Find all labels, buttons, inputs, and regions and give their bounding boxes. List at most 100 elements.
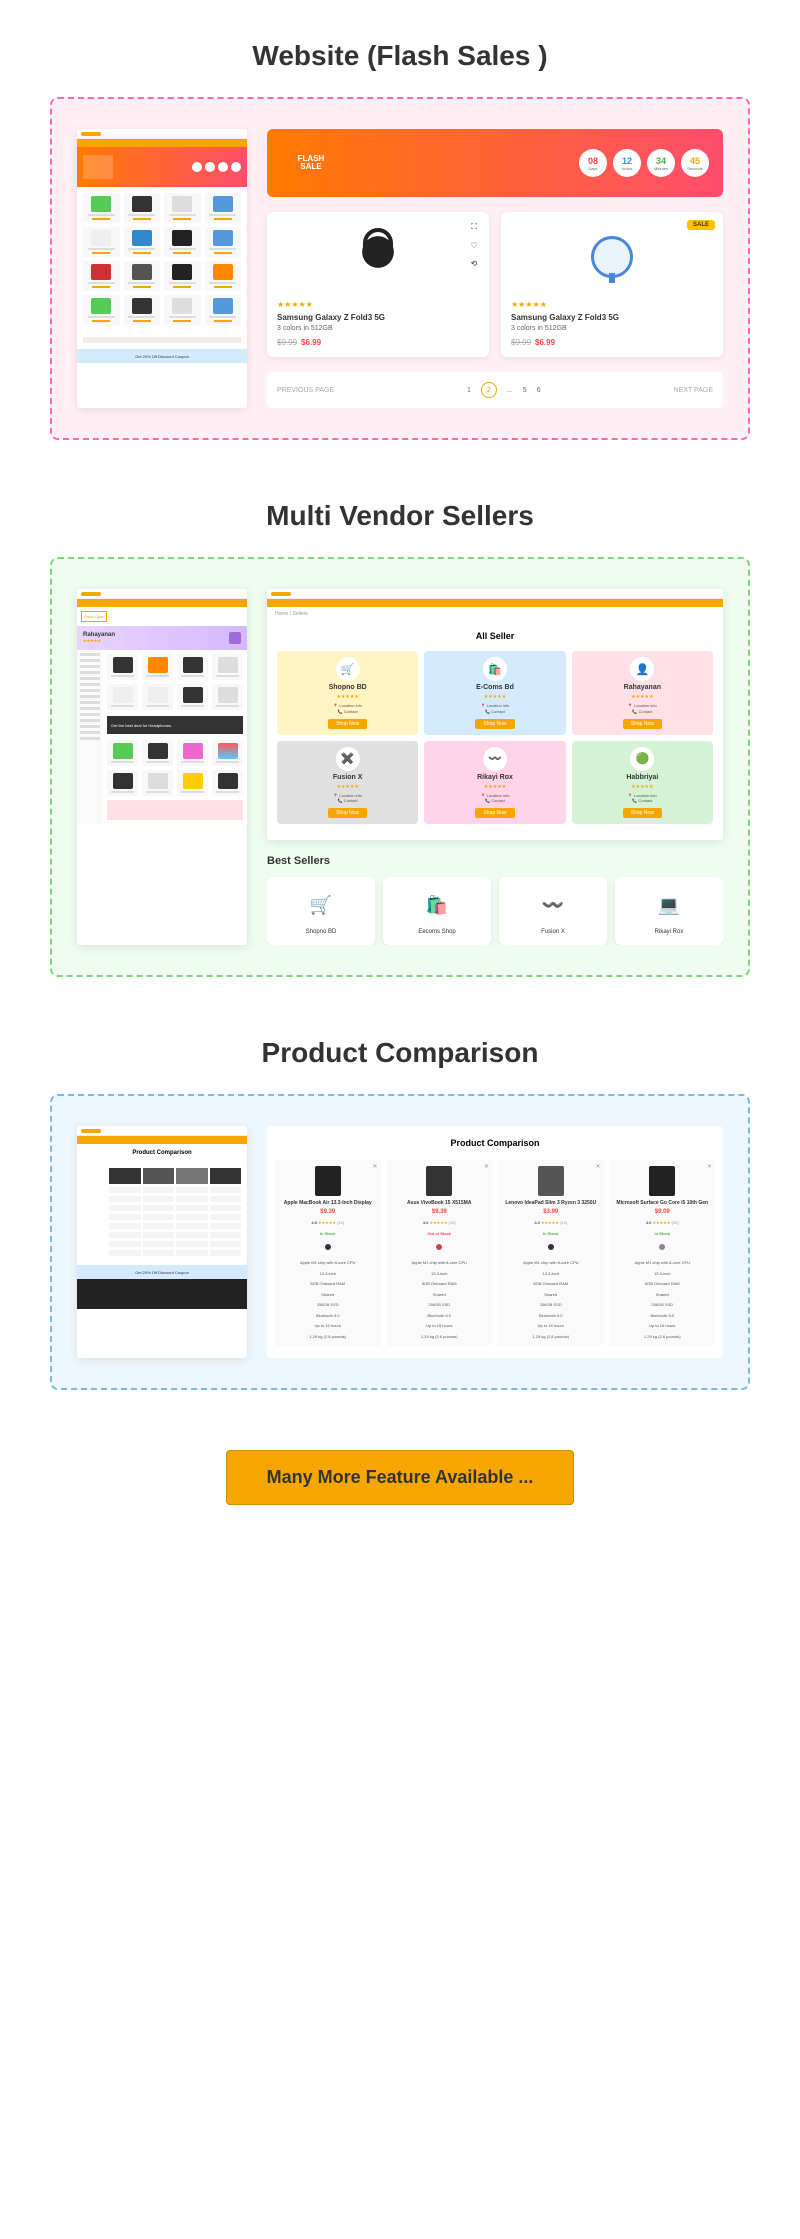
- comparison-spec: Shared: [614, 1292, 712, 1298]
- seller-stars: ★★★★★: [484, 784, 506, 790]
- comparison-price: $9.39: [391, 1209, 489, 1215]
- comparison-spec: Apple M1 chip with 8-core CPU: [279, 1260, 377, 1266]
- comparison-spec: Up to 15 hours: [391, 1323, 489, 1329]
- star-rating: ★★★★★: [511, 300, 713, 309]
- page-numbers: 1 2... 5 6: [467, 382, 541, 398]
- page-number[interactable]: ...: [507, 387, 513, 394]
- seller-name: Shopno BD: [329, 684, 367, 691]
- best-sellers-title: Best Sellers: [267, 855, 723, 867]
- shop-now-button[interactable]: Shop Now: [475, 719, 514, 729]
- comparison-spec: Apple M1 chip with 8-core CPU: [502, 1260, 600, 1266]
- flash-panel: Get 20% Off Discount Coupon FLASHSALE 08…: [50, 97, 750, 440]
- comparison-name: Apple MacBook Air 13.3-Inch Display: [279, 1200, 377, 1206]
- comparison-spec: Up to 15 hours: [502, 1323, 600, 1329]
- product-image: [511, 222, 713, 292]
- countdown-num: 45: [690, 156, 700, 166]
- countdown-circle: 34Minutes: [647, 149, 675, 177]
- vendor-right-col: Home / Sellers All Seller 🛒Shopno BD★★★★…: [267, 589, 723, 945]
- comparison-spec: 13.3-inch: [614, 1271, 712, 1277]
- seller-card[interactable]: 🟢Habbriyai★★★★★📍 Location info📞 ContactS…: [572, 741, 713, 824]
- close-icon[interactable]: ✕: [595, 1163, 600, 1170]
- comparison-rating: 4.8 ★★★★★ (10): [279, 1220, 377, 1226]
- product-price: $9.99$6.99: [277, 338, 479, 347]
- seller-grid: 🛒 Shopno BD ★★★★★ 📍 Location info📞 Contact S…: [277, 651, 713, 824]
- seller-icon: 🛒: [336, 657, 360, 681]
- shop-now-button[interactable]: Shop Now: [328, 719, 367, 729]
- comparison-spec: 8GB Onboard RAM: [391, 1281, 489, 1287]
- best-seller-icon: 💻: [651, 887, 687, 923]
- seller-name: E-Coms Bd: [476, 684, 514, 691]
- product-title: Samsung Galaxy Z Fold3 5G: [511, 313, 713, 323]
- best-seller-icon: 🛒: [303, 887, 339, 923]
- flash-badge: [83, 155, 113, 179]
- comparison-stock: Out of Stock: [391, 1231, 489, 1237]
- product-subtitle: 3 colors in 512GB: [511, 325, 713, 332]
- best-seller-card[interactable]: 🛒Shopno BD: [267, 877, 375, 945]
- flash-sale-text: FLASHSALE: [298, 155, 325, 171]
- comparison-spec: 256GB SSD: [279, 1302, 377, 1308]
- seller-stars: ★★★★★: [336, 784, 358, 790]
- seller-card[interactable]: 🛒Shopno BD★★★★★📍 Location info📞 ContactS…: [277, 651, 418, 734]
- flash-right-col: FLASHSALE 08Days12Hours34Minutes45Second…: [267, 129, 723, 408]
- product-price: $9.99$6.99: [511, 338, 713, 347]
- vendor-body: Get the best deal for Headphones: [77, 650, 247, 824]
- flash-banner-large: FLASHSALE 08Days12Hours34Minutes45Second…: [267, 129, 723, 197]
- shop-now-button[interactable]: Shop Now: [328, 808, 367, 818]
- shop-now-button[interactable]: Shop Now: [475, 808, 514, 818]
- best-seller-icon: 🛍️: [419, 887, 455, 923]
- seller-icon: 👤: [630, 657, 654, 681]
- pagination: PREVIOUS PAGE 1 2... 5 6 NEXT PAGE: [267, 372, 723, 408]
- all-seller-title: All Seller: [277, 631, 713, 641]
- best-seller-card[interactable]: 💻Rikayi Rox: [615, 877, 723, 945]
- comparison-image: [426, 1166, 452, 1196]
- countdown-circle: 12Hours: [613, 149, 641, 177]
- next-page[interactable]: NEXT PAGE: [674, 387, 713, 394]
- all-seller-page: Home / Sellers All Seller 🛒Shopno BD★★★★…: [267, 589, 723, 840]
- page-number[interactable]: 2: [481, 382, 497, 398]
- shop-now-button[interactable]: Shop Now: [623, 719, 662, 729]
- refresh-icon[interactable]: ⟲: [467, 256, 481, 270]
- seller-name: Habbriyai: [626, 774, 658, 781]
- seller-icon: 🟢: [630, 747, 654, 771]
- product-cards: ⛶ ♡ ⟲ ★★★★★ Samsung Galaxy Z Fold3 5G 3 color…: [267, 212, 723, 357]
- cta-button[interactable]: Many More Feature Available ...: [226, 1450, 575, 1505]
- product-card[interactable]: SALE ★★★★★ Samsung Galaxy Z Fold3 5G 3 colo…: [501, 212, 723, 357]
- prev-page[interactable]: PREVIOUS PAGE: [277, 387, 334, 394]
- seller-card[interactable]: 👤Rahayanan★★★★★📍 Location info📞 ContactS…: [572, 651, 713, 734]
- comparison-column: ✕ Apple MacBook Air 13.3-Inch Display $9…: [275, 1160, 381, 1346]
- comparison-image: [315, 1166, 341, 1196]
- comparison-spec: Up to 15 hours: [614, 1323, 712, 1329]
- close-icon[interactable]: ✕: [484, 1163, 489, 1170]
- mock-footer: Get 20% Off Discount Coupon: [77, 1265, 247, 1279]
- vendor-avatar: [229, 632, 241, 644]
- comparison-spec: Bluetooth 5.0: [614, 1313, 712, 1319]
- close-icon[interactable]: ✕: [707, 1163, 712, 1170]
- page-number[interactable]: 1: [467, 387, 471, 394]
- product-card[interactable]: ⛶♡⟲★★★★★Samsung Galaxy Z Fold3 5G3 color…: [267, 212, 489, 357]
- shop-now-button[interactable]: Shop Now: [623, 808, 662, 818]
- seller-card[interactable]: ✖️Fusion X★★★★★📍 Location info📞 ContactS…: [277, 741, 418, 824]
- seller-card[interactable]: 〰️Rikayi Rox★★★★★📍 Location info📞 Contac…: [424, 741, 565, 824]
- seller-icon: 〰️: [483, 747, 507, 771]
- section-title-compare: Product Comparison: [0, 1037, 800, 1069]
- comparison-stock: In Stock: [502, 1231, 600, 1237]
- page-number[interactable]: 6: [537, 387, 541, 394]
- comparison-image: [649, 1166, 675, 1196]
- comparison-spec: Apple M1 chip with 8-core CPU: [614, 1260, 712, 1266]
- heart-icon[interactable]: ♡: [467, 238, 481, 252]
- seller-meta: 📍 Location info📞 Contact: [333, 703, 362, 713]
- best-seller-card[interactable]: 〰️Fusion X: [499, 877, 607, 945]
- seller-icon: 🛍️: [483, 657, 507, 681]
- comparison-rating: 4.0 ★★★★★ (10): [391, 1220, 489, 1226]
- expand-icon[interactable]: ⛶: [467, 220, 481, 234]
- page-number[interactable]: 5: [523, 387, 527, 394]
- sale-badge: SALE: [687, 220, 715, 230]
- close-icon[interactable]: ✕: [372, 1163, 377, 1170]
- comparison-color: [279, 1241, 377, 1255]
- seller-card[interactable]: 🛍️E-Coms Bd★★★★★📍 Location info📞 Contact…: [424, 651, 565, 734]
- comparison-name: Asus VivoBook 15 X515MA: [391, 1200, 489, 1206]
- seller-meta: 📍 Location info📞 Contact: [628, 703, 657, 713]
- vendor-page-header: Rahayanan★★★★★: [77, 626, 247, 650]
- best-seller-card[interactable]: 🛍️Eecoms Shop: [383, 877, 491, 945]
- comparison-price: $9.09: [614, 1209, 712, 1215]
